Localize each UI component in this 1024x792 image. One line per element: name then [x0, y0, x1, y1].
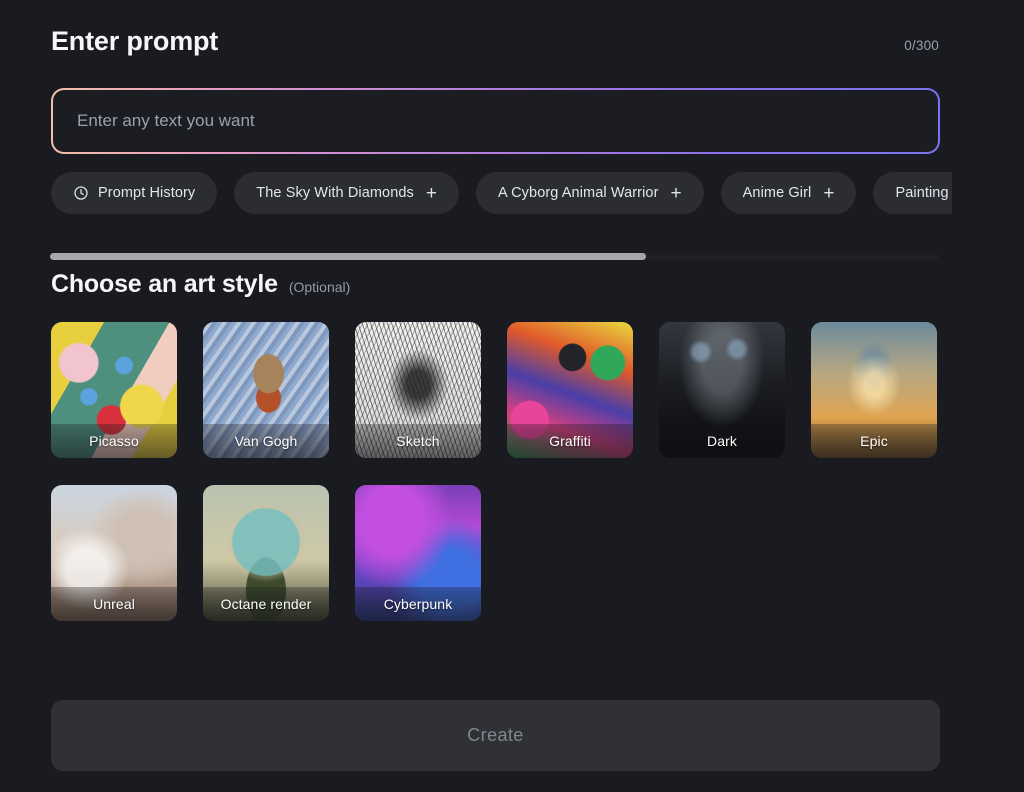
art-style-optional-label: (Optional) [288, 279, 351, 295]
plus-icon[interactable]: + [671, 184, 682, 203]
prompt-chip-the-sky-with-diamonds[interactable]: The Sky With Diamonds + [234, 172, 460, 214]
prompt-chip-a-cyborg-animal-warrior[interactable]: A Cyborg Animal Warrior + [476, 172, 704, 214]
prompt-input-container[interactable] [53, 90, 938, 152]
art-style-tile-unreal[interactable]: Unreal [51, 485, 177, 621]
create-button[interactable]: Create [51, 700, 940, 771]
art-style-tile-van-gogh[interactable]: Van Gogh [203, 322, 329, 458]
prompt-chip-prompt-history[interactable]: Prompt History [51, 172, 218, 214]
prompt-suggestions-row: Prompt History The Sky With Diamonds + A Cy… [51, 172, 952, 214]
art-style-grid: Picasso Van Gogh Sketch Graffiti Dark Epic Unr… [51, 322, 951, 621]
prompt-chip-label: A Cyborg Animal Warrior [498, 185, 659, 201]
art-style-label: Octane render [203, 587, 329, 621]
art-style-label: Dark [659, 424, 785, 458]
horizontal-scrollbar-thumb[interactable] [50, 253, 646, 260]
art-style-tile-dark[interactable]: Dark [659, 322, 785, 458]
prompt-chip-label: Anime Girl [742, 185, 812, 201]
clock-icon [73, 185, 89, 201]
character-counter: 0/300 [904, 38, 939, 53]
horizontal-scrollbar-track[interactable] [50, 253, 939, 260]
prompt-builder-page: Enter prompt 0/300 Prompt History The Sky… [0, 0, 1024, 792]
art-style-label: Picasso [51, 424, 177, 458]
art-style-label: Cyberpunk [355, 587, 481, 621]
prompt-chip-painting[interactable]: Painting+ [873, 172, 952, 214]
art-style-label: Graffiti [507, 424, 633, 458]
header: Enter prompt 0/300 [51, 26, 939, 57]
art-style-label: Epic [811, 424, 937, 458]
prompt-suggestions-scroll-area[interactable]: Prompt History The Sky With Diamonds + A Cy… [0, 172, 952, 224]
prompt-chip-label: Prompt History [98, 185, 196, 201]
art-style-tile-sketch[interactable]: Sketch [355, 322, 481, 458]
art-style-title: Choose an art style [51, 270, 278, 298]
art-style-tile-graffiti[interactable]: Graffiti [507, 322, 633, 458]
prompt-chip-label: Painting [895, 185, 949, 201]
art-style-label: Van Gogh [203, 424, 329, 458]
plus-icon[interactable]: + [823, 184, 834, 203]
prompt-chip-anime-girl[interactable]: Anime Girl + [720, 172, 857, 214]
page-title: Enter prompt [51, 26, 219, 56]
art-style-label: Unreal [51, 587, 177, 621]
prompt-input[interactable] [53, 90, 938, 152]
art-style-tile-octane-render[interactable]: Octane render [203, 485, 329, 621]
art-style-tile-cyberpunk[interactable]: Cyberpunk [355, 485, 481, 621]
plus-icon[interactable]: + [426, 184, 437, 203]
art-style-heading: Choose an art style (Optional) [51, 270, 350, 299]
art-style-label: Sketch [355, 424, 481, 458]
art-style-tile-epic[interactable]: Epic [811, 322, 937, 458]
art-style-tile-picasso[interactable]: Picasso [51, 322, 177, 458]
prompt-chip-label: The Sky With Diamonds [256, 185, 414, 201]
prompt-input-gradient-border [51, 88, 940, 154]
